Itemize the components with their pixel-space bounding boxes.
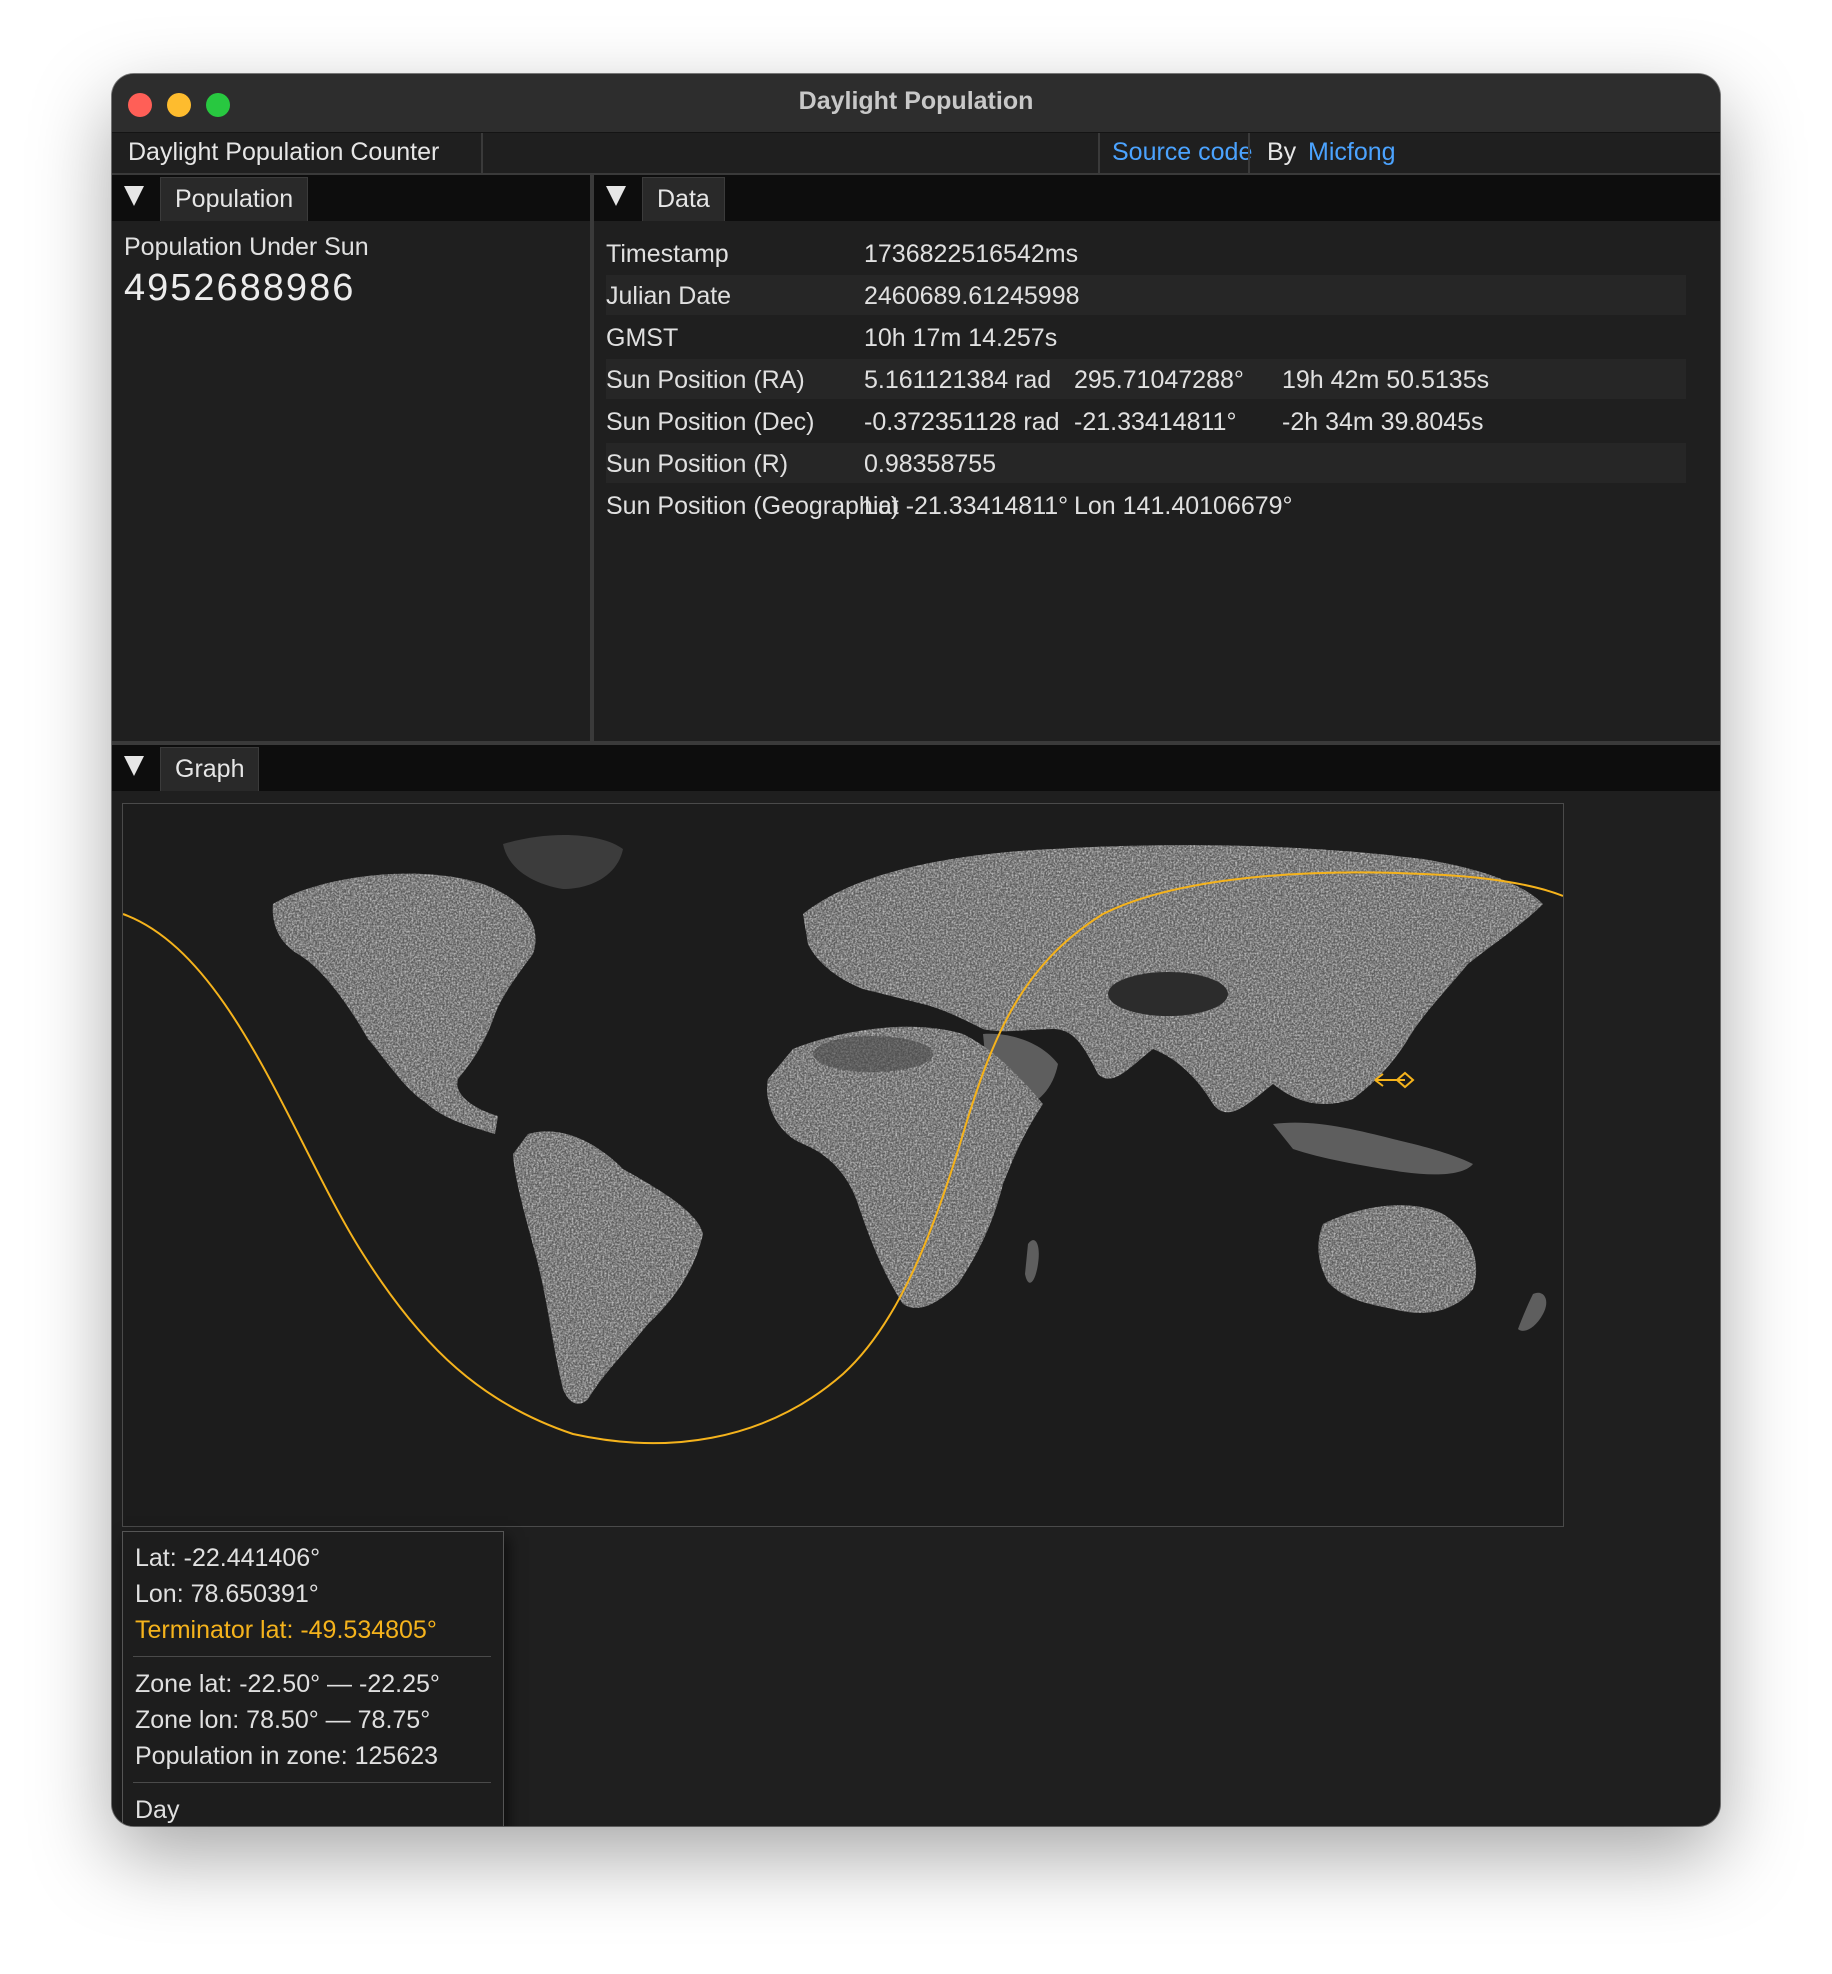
data-row-label: Julian Date: [606, 282, 732, 310]
tooltip-zone-lat: Zone lat: -22.50° — -22.25°: [135, 1670, 440, 1698]
tab-population[interactable]: Population: [160, 177, 309, 221]
tooltip-terminator-lat: Terminator lat: -49.534805°: [135, 1616, 437, 1644]
data-table-row: Sun Position (R) 0.98358755: [606, 443, 1686, 483]
by-label: By: [1267, 138, 1297, 166]
data-row-value-1: 1736822516542ms: [864, 240, 1079, 268]
tooltip-state: Day: [135, 1796, 180, 1824]
tab-graph[interactable]: Graph: [160, 747, 260, 791]
data-row-label: Sun Position (Geographic): [606, 492, 900, 520]
madagascar-landmass: [1025, 1240, 1039, 1283]
menu-separator: [481, 133, 483, 173]
app-window: Daylight Population Daylight Population …: [112, 74, 1720, 1826]
data-row-value-1: 2460689.61245998: [864, 282, 1080, 310]
menu-separator: [1248, 133, 1250, 173]
data-row-value-3: -2h 34m 39.8045s: [1282, 408, 1484, 436]
window-title: Daylight Population: [798, 87, 1034, 115]
collapse-arrow-icon[interactable]: [124, 756, 144, 776]
southeast-asia-islands: [1273, 1122, 1473, 1175]
title-bar[interactable]: Daylight Population: [112, 74, 1720, 133]
graph-panel-header: Graph: [112, 745, 1720, 791]
data-row-label: Sun Position (Dec): [606, 408, 815, 436]
app-name-label: Daylight Population Counter: [128, 138, 440, 166]
data-row-value-3: 19h 42m 50.5135s: [1282, 366, 1490, 394]
new-zealand-landmass: [1518, 1292, 1547, 1331]
subsolar-point-marker: [1374, 1071, 1415, 1089]
data-row-value-1: 5.161121384 rad: [864, 366, 1052, 394]
data-table-row: Julian Date 2460689.61245998: [606, 275, 1686, 315]
population-panel-header: Population: [112, 175, 590, 221]
graph-panel: Lat: -22.441406° Lon: 78.650391° Termina…: [112, 791, 1720, 1826]
menu-separator: [1098, 133, 1100, 173]
population-label: Population Under Sun: [124, 233, 369, 261]
data-table-row: GMST 10h 17m 14.257s: [606, 317, 1686, 357]
greenland-landmass: [503, 834, 623, 889]
data-row-value-1: 10h 17m 14.257s: [864, 324, 1058, 352]
data-row-value-2: 295.71047288°: [1074, 366, 1244, 394]
data-table-row: Sun Position (Dec) -0.372351128 rad -21.33…: [606, 401, 1686, 441]
population-density-overlay: [272, 845, 1543, 1404]
population-value: 4952688986: [124, 267, 356, 309]
tooltip-divider: [133, 1782, 491, 1783]
tooltip-lat: Lat: -22.441406°: [135, 1544, 321, 1572]
data-row-label: Sun Position (R): [606, 450, 789, 478]
data-row-value-2: -21.33414811°: [1074, 408, 1237, 436]
data-table-row: Timestamp 1736822516542ms: [606, 233, 1686, 273]
menu-bar: Daylight Population Counter Source code …: [112, 133, 1720, 175]
data-row-value-2: Lon 141.40106679°: [1074, 492, 1293, 520]
collapse-arrow-icon[interactable]: [606, 186, 626, 206]
tibet-plateau-shade: [1108, 972, 1228, 1016]
data-row-label: Sun Position (RA): [606, 366, 805, 394]
source-code-link[interactable]: Source code: [1112, 138, 1252, 167]
data-panel: Timestamp 1736822516542ms Julian Date 24606…: [594, 221, 1720, 741]
collapse-arrow-icon[interactable]: [124, 186, 144, 206]
data-row-label: GMST: [606, 324, 679, 352]
tooltip-divider: [133, 1656, 491, 1657]
data-row-value-1: Lat -21.33414811°: [864, 492, 1069, 520]
data-table-row: Sun Position (RA) 5.161121384 rad 295.7104…: [606, 359, 1686, 399]
tab-data[interactable]: Data: [642, 177, 725, 221]
data-table-row: Sun Position (Geographic) Lat -21.3341481…: [606, 485, 1686, 525]
tooltip-zone-population: Population in zone: 125623: [135, 1742, 439, 1770]
data-row-value-1: 0.98358755: [864, 450, 997, 478]
world-population-map[interactable]: [123, 804, 1563, 1526]
hover-tooltip: Lat: -22.441406° Lon: 78.650391° Termina…: [122, 1531, 504, 1826]
tooltip-lon: Lon: 78.650391°: [135, 1580, 319, 1608]
world-map-plot[interactable]: [122, 803, 1564, 1527]
tooltip-zone-lon: Zone lon: 78.50° — 78.75°: [135, 1706, 431, 1734]
data-panel-header: Data: [594, 175, 1720, 221]
data-row-label: Timestamp: [606, 240, 729, 268]
data-row-value-1: -0.372351128 rad: [864, 408, 1060, 436]
sahara-shade: [813, 1036, 933, 1072]
author-link[interactable]: Micfong: [1308, 138, 1396, 167]
population-panel: Population Under Sun 4952688986: [112, 221, 590, 741]
